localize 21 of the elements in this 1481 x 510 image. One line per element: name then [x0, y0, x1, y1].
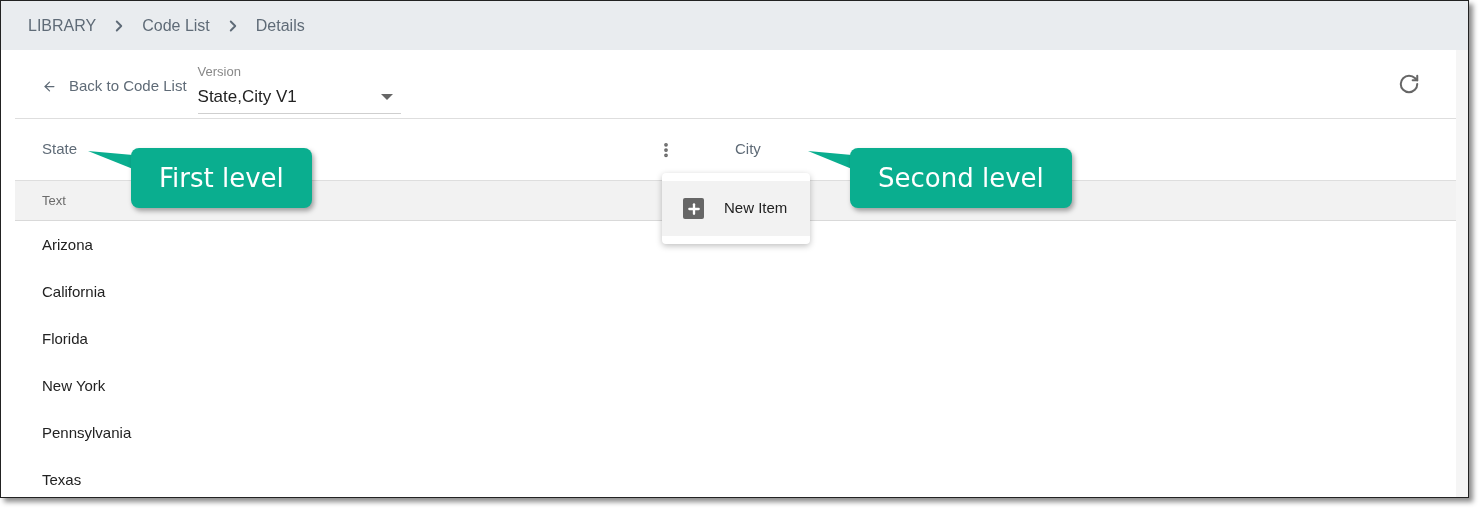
column-header: Text [42, 191, 66, 210]
level-label: City [735, 139, 761, 160]
table-cell-text: Texas [42, 470, 82, 491]
menu-item[interactable]: New Item [662, 181, 810, 236]
level-label: State [42, 139, 78, 160]
callout: First level [131, 148, 312, 208]
callout-pointer [808, 149, 852, 171]
breadcrumb-link[interactable]: LIBRARY [28, 13, 97, 38]
table-cell-text: Florida [42, 329, 88, 350]
table-cell-text: California [42, 282, 106, 303]
breadcrumb-link[interactable]: Code List [142, 13, 210, 38]
back-link[interactable]: Back to Code List [42, 74, 187, 98]
add-icon [683, 198, 704, 219]
version-select[interactable]: Version State,City V1 [197, 61, 401, 115]
callout-pointer [88, 149, 133, 171]
refresh-icon[interactable] [1398, 73, 1420, 95]
table-cell-text: Arizona [42, 235, 93, 256]
callout: Second level [850, 148, 1072, 208]
table-cell-text: New York [42, 376, 106, 397]
table-cell-text: Pennsylvania [42, 423, 132, 444]
dropdown-caret-icon [380, 93, 393, 100]
